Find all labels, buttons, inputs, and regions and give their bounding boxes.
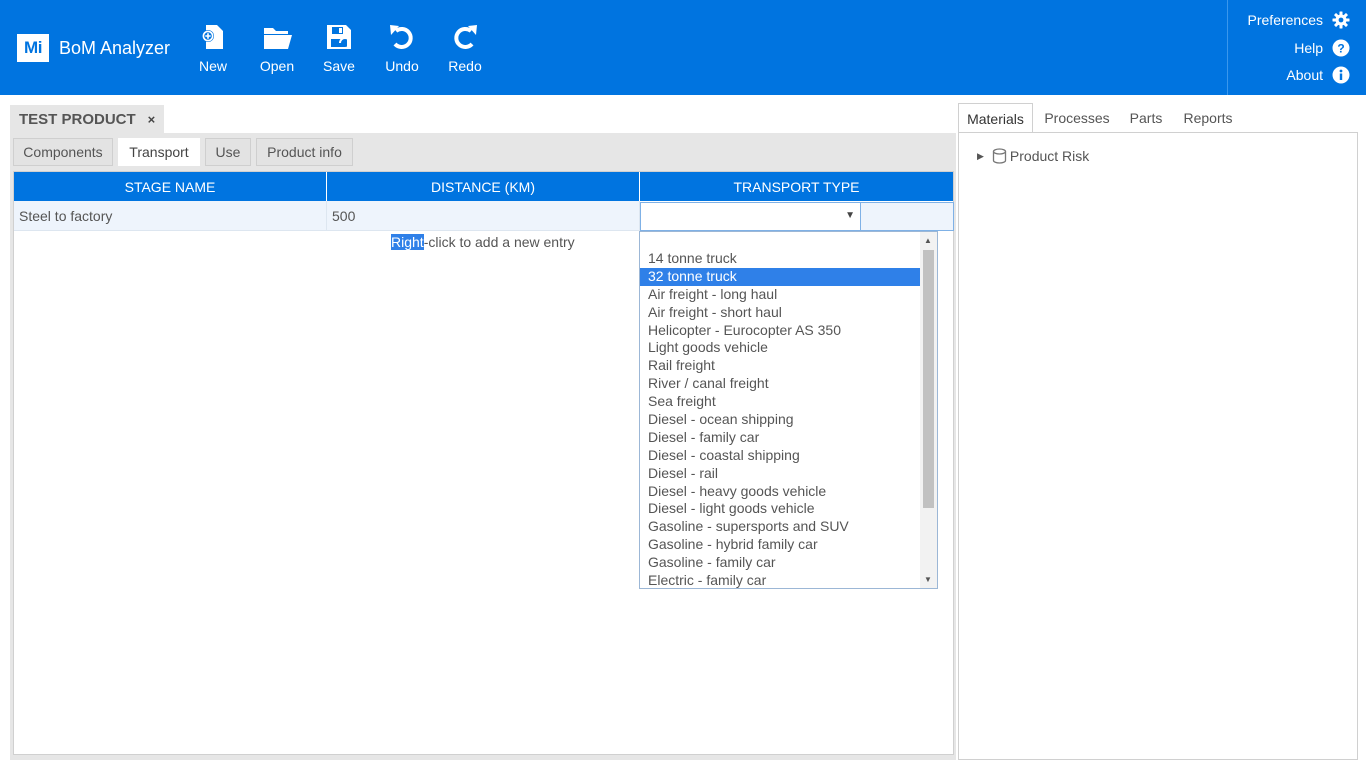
tab-reports[interactable]: Reports [1175,103,1241,133]
cell-distance[interactable]: 500 [327,201,640,231]
right-panel: ▶ Product Risk [958,132,1358,760]
hint-text: -click to add a new entry [423,234,575,250]
undo-icon [390,25,413,49]
dropdown-arrow-icon[interactable]: ▼ [845,210,855,221]
document-title: TEST PRODUCT [19,111,136,128]
dropdown-option[interactable]: Air freight - long haul [640,286,921,304]
question-circle-icon: ? [1332,39,1350,57]
open-label: Open [259,58,295,74]
info-circle-icon [1332,66,1350,84]
dropdown-list: 14 tonne truck 32 tonne truck Air freigh… [640,250,921,590]
gear-icon [1332,11,1350,29]
expand-caret-icon[interactable]: ▶ [977,151,984,162]
dropdown-option[interactable]: Light goods vehicle [640,339,921,357]
dropdown-option[interactable]: Helicopter - Eurocopter AS 350 [640,322,921,340]
redo-button[interactable]: Redo [437,22,493,74]
help-label: Help [1294,40,1323,56]
hint-highlight: Right [391,234,424,250]
preferences-link[interactable]: Preferences [1248,11,1350,29]
dropdown-option[interactable]: Diesel - light goods vehicle [640,500,921,518]
document-tab[interactable]: TEST PRODUCT × [10,105,164,134]
app-brand: Mi BoM Analyzer [17,34,170,62]
transport-type-dropdown[interactable]: 14 tonne truck 32 tonne truck Air freigh… [639,231,938,589]
top-right-menu: Preferences Help ? About [1227,0,1366,95]
dropdown-option[interactable]: Rail freight [640,357,921,375]
tab-transport[interactable]: Transport [118,138,200,166]
tab-product-info[interactable]: Product info [256,138,353,166]
dropdown-option[interactable]: Gasoline - supersports and SUV [640,518,921,536]
dropdown-option[interactable]: Diesel - rail [640,465,921,483]
undo-label: Undo [385,58,419,74]
column-header-transport-type[interactable]: TRANSPORT TYPE [640,172,953,201]
new-file-icon [202,25,223,49]
new-button[interactable]: New [185,22,241,74]
about-label: About [1286,67,1323,83]
tab-materials[interactable]: Materials [958,103,1033,133]
redo-icon [454,25,477,49]
scroll-up-icon[interactable]: ▲ [924,236,932,245]
database-icon [992,148,1007,164]
cell-extra[interactable] [860,202,954,231]
dropdown-option[interactable]: Diesel - coastal shipping [640,447,921,465]
cell-stage-name[interactable]: Steel to factory [14,201,327,231]
dropdown-option[interactable]: Sea freight [640,393,921,411]
dropdown-option[interactable]: Gasoline - family car [640,554,921,572]
undo-button[interactable]: Undo [374,22,430,74]
redo-label: Redo [448,58,482,74]
tab-processes[interactable]: Processes [1037,103,1117,133]
floppy-disk-icon [327,25,351,49]
dropdown-option[interactable]: Diesel - heavy goods vehicle [640,483,921,501]
save-label: Save [323,58,355,74]
scrollbar-thumb[interactable] [923,250,934,508]
close-tab-icon[interactable]: × [148,112,156,127]
tab-use[interactable]: Use [205,138,251,166]
new-label: New [198,58,227,74]
tree-node-product-risk[interactable]: ▶ Product Risk [977,148,1089,164]
tab-components[interactable]: Components [13,138,113,166]
app-logo: Mi [17,34,49,62]
help-link[interactable]: Help ? [1294,39,1350,57]
dropdown-option[interactable]: Diesel - ocean shipping [640,411,921,429]
app-name: BoM Analyzer [59,37,171,58]
add-entry-hint: Right-click to add a new entry [391,234,575,250]
dropdown-scrollbar[interactable]: ▲ ▼ [920,232,937,588]
dropdown-option[interactable]: Gasoline - hybrid family car [640,536,921,554]
scroll-down-icon[interactable]: ▼ [924,575,932,584]
dropdown-option-selected[interactable]: 32 tonne truck [640,267,921,286]
svg-text:?: ? [1337,42,1344,56]
save-button[interactable]: Save [311,22,367,74]
dropdown-option[interactable]: Air freight - short haul [640,304,921,322]
top-toolbar: Mi BoM Analyzer New Open Save Undo Redo … [0,0,1366,95]
column-header-stage-name[interactable]: STAGE NAME [14,172,327,201]
dropdown-option[interactable]: Electric - family car [640,572,921,590]
tab-parts[interactable]: Parts [1121,103,1171,133]
transport-type-select[interactable]: ▼ [640,202,861,231]
column-header-distance[interactable]: DISTANCE (KM) [327,172,640,201]
dropdown-option[interactable]: 14 tonne truck [640,250,921,268]
dropdown-option[interactable]: River / canal freight [640,375,921,393]
tree-node-label: Product Risk [1009,148,1090,164]
open-button[interactable]: Open [249,22,305,74]
preferences-label: Preferences [1247,12,1323,28]
about-link[interactable]: About [1286,66,1350,84]
dropdown-option[interactable]: Diesel - family car [640,429,921,447]
folder-icon [264,28,292,49]
